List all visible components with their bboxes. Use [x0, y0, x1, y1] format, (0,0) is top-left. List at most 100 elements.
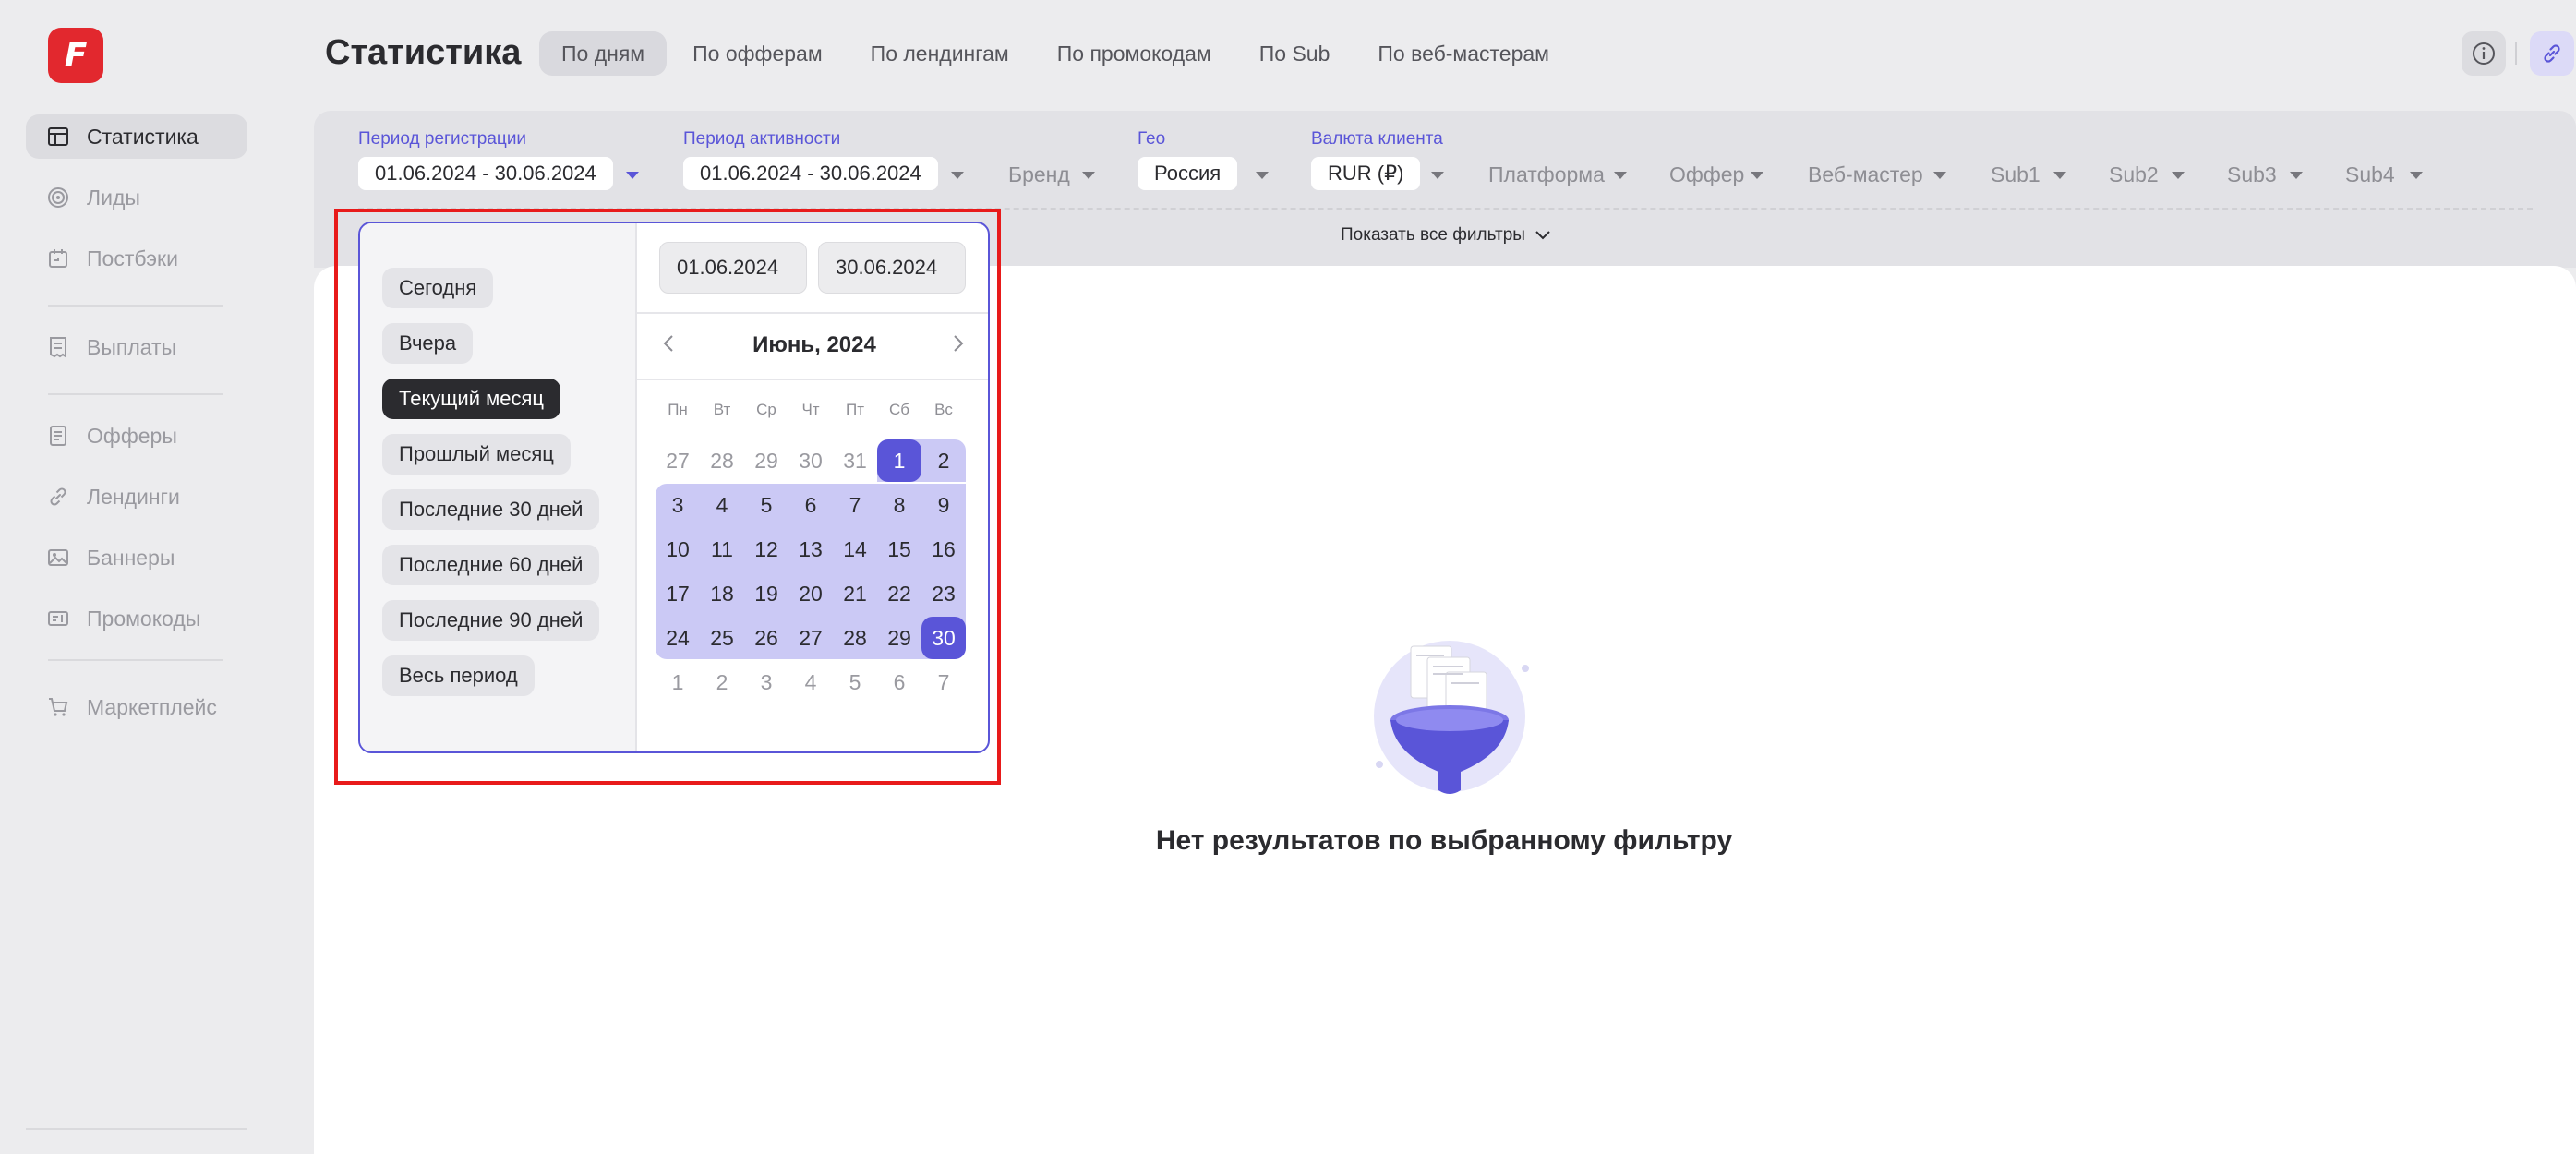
sub2-filter[interactable]: Sub2 — [2109, 162, 2159, 187]
calendar-day[interactable]: 14 — [833, 528, 877, 571]
offer-chevron-down-icon[interactable] — [1751, 172, 1763, 179]
calendar-day[interactable]: 30 — [788, 439, 833, 482]
calendar-day[interactable]: 5 — [833, 661, 877, 703]
calendar-day[interactable]: 21 — [833, 572, 877, 615]
calendar-day[interactable]: 28 — [833, 617, 877, 659]
sub2-chevron-down-icon[interactable] — [2172, 172, 2185, 179]
brand-filter[interactable]: Бренд — [1008, 162, 1070, 187]
preset-5[interactable]: Последние 60 дней — [382, 545, 600, 585]
calendar-day[interactable]: 2 — [921, 439, 966, 482]
sidebar-item-6[interactable]: Баннеры — [26, 535, 247, 580]
calendar-day[interactable]: 13 — [788, 528, 833, 571]
platform-chevron-down-icon[interactable] — [1614, 172, 1627, 179]
calendar-day[interactable]: 23 — [921, 572, 966, 615]
calendar-day[interactable]: 15 — [877, 528, 921, 571]
tab-1[interactable]: По офферам — [670, 31, 845, 76]
calendar-day[interactable]: 29 — [744, 439, 788, 482]
calendar-day[interactable]: 2 — [700, 661, 744, 703]
calendar-day[interactable]: 26 — [744, 617, 788, 659]
platform-filter[interactable]: Платформа — [1488, 162, 1605, 187]
sub1-filter[interactable]: Sub1 — [1991, 162, 2040, 187]
geo-field[interactable]: Россия — [1138, 157, 1238, 190]
preset-4[interactable]: Последние 30 дней — [382, 489, 600, 530]
calendar-day[interactable]: 7 — [833, 484, 877, 526]
calendar-day[interactable]: 7 — [921, 661, 966, 703]
sidebar-item-0[interactable]: Статистика — [26, 114, 247, 159]
calendar-day[interactable]: 27 — [788, 617, 833, 659]
webmaster-filter[interactable]: Веб-мастер — [1808, 162, 1923, 187]
preset-3[interactable]: Прошлый месяц — [382, 434, 571, 475]
tab-4[interactable]: По Sub — [1237, 31, 1353, 76]
info-button[interactable] — [2462, 31, 2506, 76]
offer-filter[interactable]: Оффер — [1669, 162, 1744, 187]
sub3-chevron-down-icon[interactable] — [2290, 172, 2303, 179]
reg-period-chevron-down-icon[interactable] — [626, 172, 639, 179]
tab-0[interactable]: По дням — [539, 31, 668, 76]
webmaster-chevron-down-icon[interactable] — [1933, 172, 1946, 179]
reg-period-filter[interactable]: Период регистрации 01.06.2024 - 30.06.20… — [358, 129, 613, 190]
calendar-day[interactable]: 25 — [700, 617, 744, 659]
calendar-day[interactable]: 18 — [700, 572, 744, 615]
calendar-day[interactable]: 6 — [877, 661, 921, 703]
date-from-input[interactable]: 01.06.2024 — [659, 242, 807, 294]
currency-field[interactable]: RUR (₽) — [1311, 157, 1421, 190]
geo-chevron-down-icon[interactable] — [1256, 172, 1269, 179]
calendar-day[interactable]: 31 — [833, 439, 877, 482]
tab-5[interactable]: По веб-мастерам — [1355, 31, 1571, 76]
currency-filter[interactable]: Валюта клиента RUR (₽) — [1311, 129, 1443, 190]
preset-2[interactable]: Текущий месяц — [382, 379, 560, 419]
calendar-day[interactable]: 5 — [744, 484, 788, 526]
sub4-filter[interactable]: Sub4 — [2345, 162, 2395, 187]
tab-2[interactable]: По лендингам — [849, 31, 1031, 76]
calendar-day[interactable]: 4 — [788, 661, 833, 703]
brand-logo[interactable]: F — [48, 28, 103, 83]
sidebar-item-4[interactable]: Офферы — [26, 414, 247, 458]
sidebar-item-3[interactable]: Выплаты — [26, 325, 247, 369]
calendar-day[interactable]: 1 — [656, 661, 700, 703]
calendar-day[interactable]: 28 — [700, 439, 744, 482]
currency-chevron-down-icon[interactable] — [1431, 172, 1444, 179]
sidebar-item-7[interactable]: Промокоды — [26, 596, 247, 641]
sub4-chevron-down-icon[interactable] — [2410, 172, 2423, 179]
calendar-day[interactable]: 9 — [921, 484, 966, 526]
calendar-day[interactable]: 17 — [656, 572, 700, 615]
preset-1[interactable]: Вчера — [382, 323, 474, 364]
calendar-day[interactable]: 30 — [921, 617, 966, 659]
preset-6[interactable]: Последние 90 дней — [382, 600, 600, 641]
link-button[interactable] — [2530, 31, 2574, 76]
sub1-chevron-down-icon[interactable] — [2053, 172, 2066, 179]
calendar-day[interactable]: 20 — [788, 572, 833, 615]
activity-period-chevron-down-icon[interactable] — [951, 172, 964, 179]
calendar-day[interactable]: 12 — [744, 528, 788, 571]
calendar-day[interactable]: 4 — [700, 484, 744, 526]
sidebar-item-2[interactable]: Постбэки — [26, 236, 247, 281]
calendar-day[interactable]: 3 — [656, 484, 700, 526]
calendar-day[interactable]: 19 — [744, 572, 788, 615]
calendar-day[interactable]: 11 — [700, 528, 744, 571]
calendar-day[interactable]: 29 — [877, 617, 921, 659]
calendar-day[interactable]: 10 — [656, 528, 700, 571]
sub3-filter[interactable]: Sub3 — [2227, 162, 2277, 187]
geo-filter[interactable]: Гео Россия — [1138, 129, 1238, 190]
sidebar-item-8[interactable]: Маркетплейс — [26, 685, 247, 729]
activity-period-field[interactable]: 01.06.2024 - 30.06.2024 — [683, 157, 938, 190]
next-month-button[interactable] — [945, 331, 971, 356]
calendar-day[interactable]: 8 — [877, 484, 921, 526]
date-to-input[interactable]: 30.06.2024 — [818, 242, 966, 294]
sidebar-item-5[interactable]: Лендинги — [26, 475, 247, 519]
calendar-day[interactable]: 1 — [877, 439, 921, 482]
show-all-filters-button[interactable]: Показать все фильтры — [1341, 225, 1551, 246]
preset-0[interactable]: Сегодня — [382, 268, 494, 308]
calendar-day[interactable]: 22 — [877, 572, 921, 615]
calendar-day[interactable]: 6 — [788, 484, 833, 526]
reg-period-field[interactable]: 01.06.2024 - 30.06.2024 — [358, 157, 613, 190]
brand-chevron-down-icon[interactable] — [1082, 172, 1095, 179]
tab-3[interactable]: По промокодам — [1035, 31, 1234, 76]
calendar-day[interactable]: 16 — [921, 528, 966, 571]
calendar-day[interactable]: 3 — [744, 661, 788, 703]
preset-7[interactable]: Весь период — [382, 655, 535, 696]
calendar-day[interactable]: 24 — [656, 617, 700, 659]
sidebar-item-1[interactable]: Лиды — [26, 175, 247, 220]
calendar-day[interactable]: 27 — [656, 439, 700, 482]
activity-period-filter[interactable]: Период активности 01.06.2024 - 30.06.202… — [683, 129, 938, 190]
